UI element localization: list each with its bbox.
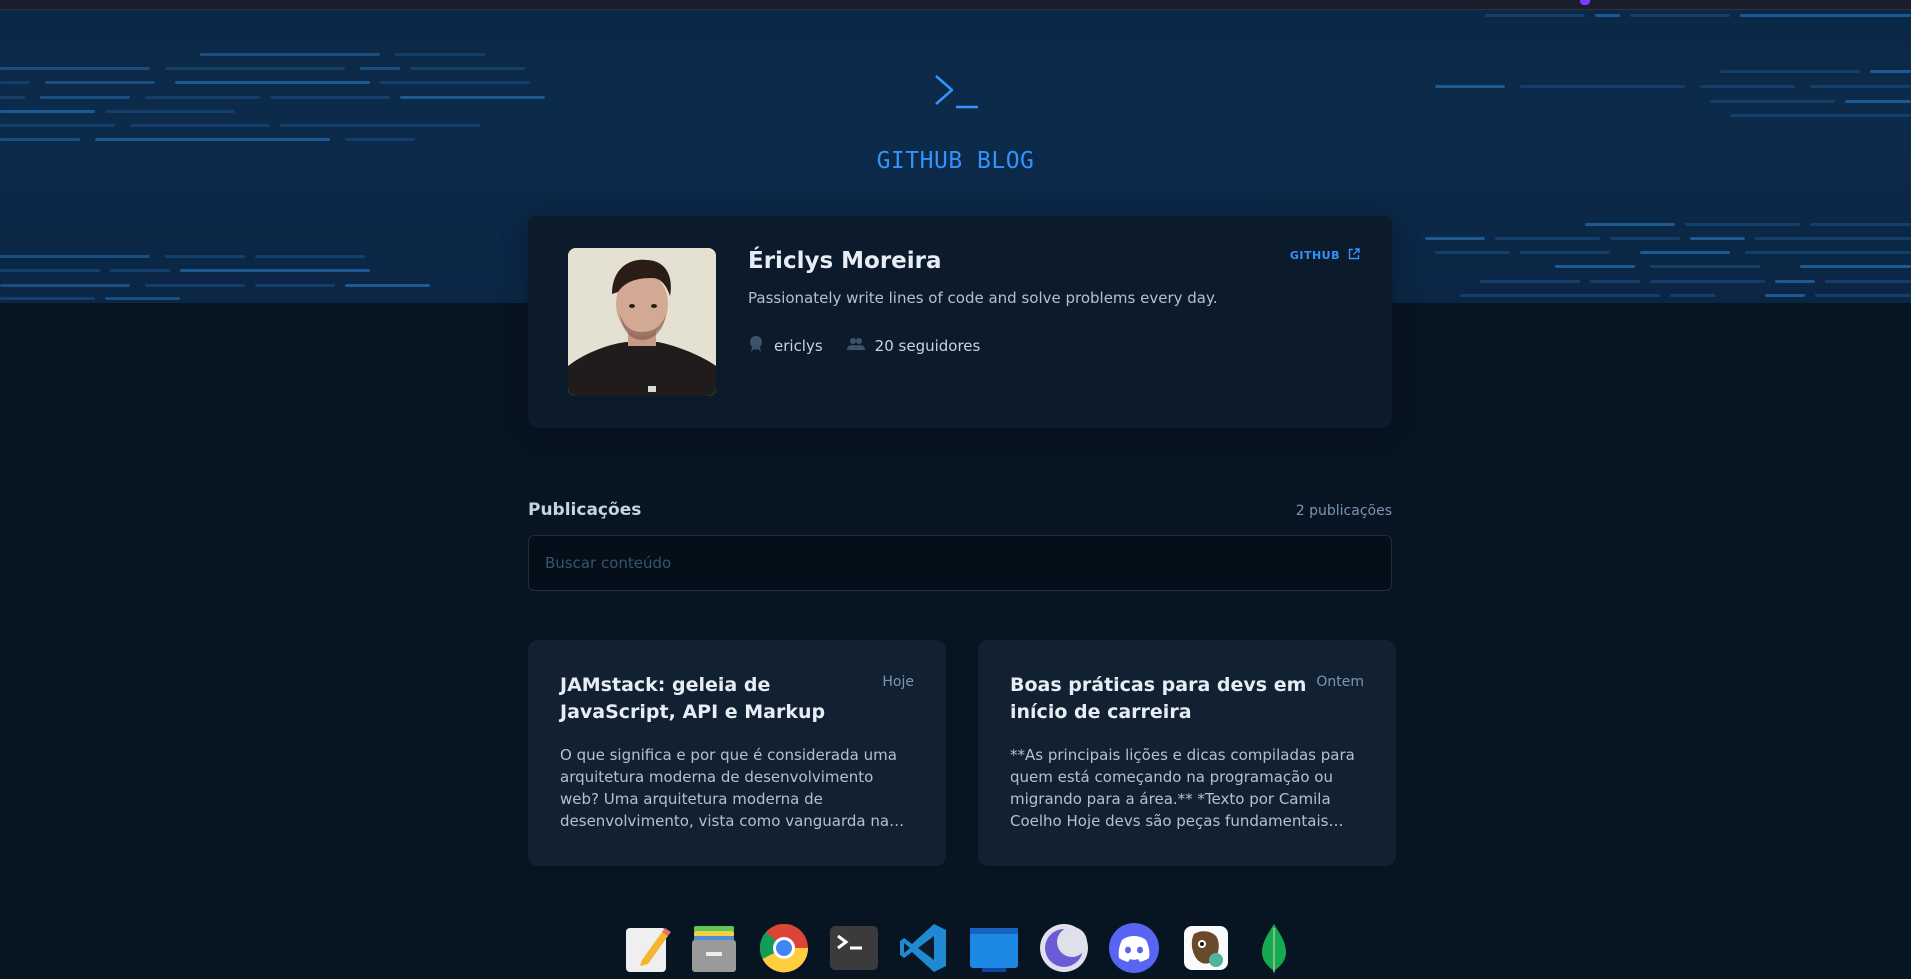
github-link-label: GITHUB bbox=[1289, 249, 1340, 262]
publications-count: 2 publicações bbox=[1295, 503, 1392, 519]
post-title: JAMstack: geleia de JavaScript, API e Ma… bbox=[560, 674, 826, 723]
mongodb-icon[interactable] bbox=[1248, 922, 1300, 974]
top-bar-indicator bbox=[1580, 0, 1590, 5]
post-excerpt: O que significa e por que é considerada … bbox=[560, 746, 897, 830]
followers-count: 20 seguidores bbox=[874, 337, 981, 355]
blog-title: GITHUB BLOG bbox=[876, 148, 1035, 174]
beekeeper-icon[interactable] bbox=[1180, 922, 1232, 974]
system-top-bar bbox=[0, 0, 1911, 10]
external-link-icon bbox=[1348, 248, 1360, 263]
desktop-icon[interactable] bbox=[968, 922, 1020, 974]
terminal-prompt-icon bbox=[0, 72, 1911, 112]
github-icon bbox=[748, 335, 764, 357]
post-card[interactable]: Boas práticas para devs em início de car… bbox=[978, 640, 1396, 866]
profile-bio: Passionately write lines of code and sol… bbox=[748, 289, 1218, 307]
taskbar-dock bbox=[0, 918, 1911, 979]
post-card[interactable]: JAMstack: geleia de JavaScript, API e Ma… bbox=[528, 640, 946, 866]
users-icon bbox=[846, 337, 865, 355]
text-editor-icon[interactable] bbox=[622, 922, 674, 974]
avatar bbox=[568, 248, 716, 396]
search-input[interactable] bbox=[528, 535, 1392, 591]
chrome-icon[interactable] bbox=[758, 922, 810, 974]
post-date: Hoje bbox=[882, 674, 914, 690]
profile-card: Ériclys Moreira Passionately write lines… bbox=[528, 216, 1392, 428]
discord-icon[interactable] bbox=[1108, 922, 1160, 974]
followers-item: 20 seguidores bbox=[846, 337, 981, 355]
github-link[interactable]: GITHUB bbox=[1290, 248, 1360, 263]
post-date: Ontem bbox=[1316, 674, 1364, 690]
post-excerpt: **As principais lições e dicas compilada… bbox=[1010, 746, 1355, 830]
username-item: ericlys bbox=[748, 335, 823, 357]
moon-app-icon[interactable] bbox=[1038, 922, 1090, 974]
profile-name: Ériclys Moreira bbox=[748, 248, 942, 274]
post-title: Boas práticas para devs em início de car… bbox=[1010, 674, 1307, 723]
publications-title: Publicações bbox=[528, 500, 642, 520]
vscode-icon[interactable] bbox=[898, 922, 950, 974]
file-manager-icon[interactable] bbox=[688, 922, 740, 974]
terminal-icon[interactable] bbox=[828, 922, 880, 974]
profile-meta: ericlys 20 seguidores bbox=[748, 335, 980, 357]
username: ericlys bbox=[774, 337, 823, 355]
